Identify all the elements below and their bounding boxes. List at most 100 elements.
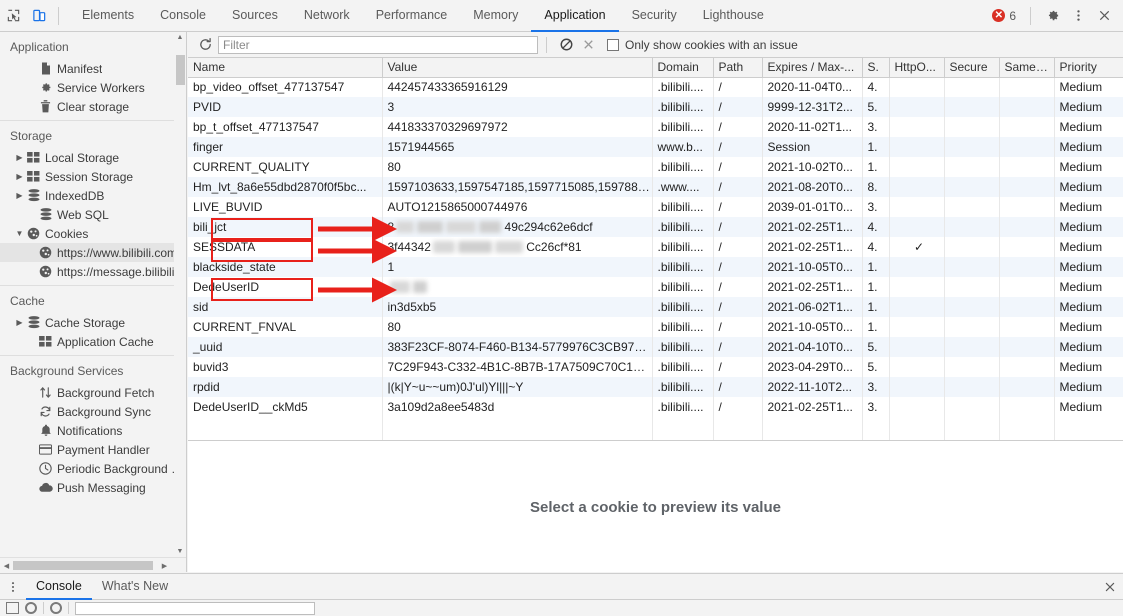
tab-lighthouse[interactable]: Lighthouse (690, 0, 777, 32)
sidebar-item-clear-storage[interactable]: Clear storage (0, 97, 186, 116)
column-header-path[interactable]: Path (713, 58, 763, 78)
gear-icon[interactable] (1039, 3, 1065, 29)
sidebar-item-push-messaging[interactable]: Push Messaging (0, 478, 186, 497)
column-header-name[interactable]: Name (188, 58, 383, 78)
column-header-domain[interactable]: Domain (652, 58, 714, 78)
scroll-left-icon[interactable]: ◀ (0, 558, 13, 572)
table-row[interactable]: LIVE_BUVID AUTO1215865000744976 .bilibili.… (188, 197, 1123, 217)
tab-memory[interactable]: Memory (460, 0, 531, 32)
table-row[interactable]: bp_video_offset_477137547 442457433365916… (188, 77, 1123, 97)
tab-security[interactable]: Security (619, 0, 690, 32)
scroll-down-icon[interactable]: ▼ (174, 546, 186, 557)
sidebar-item-session-storage[interactable]: ▶ Session Storage (0, 167, 186, 186)
chevron-right-icon[interactable]: ▶ (14, 190, 25, 201)
scrollbar-track[interactable] (174, 43, 186, 561)
chevron-down-icon[interactable]: ▼ (14, 228, 25, 239)
column-header-secure[interactable]: Secure (944, 58, 1000, 78)
table-row[interactable]: DedeUserID__ckMd5 3a109d2a8ee5483d .bilibi… (188, 397, 1123, 417)
only-issues-checkbox[interactable]: Only show cookies with an issue (607, 38, 798, 52)
column-header-sames[interactable]: SameS... (999, 58, 1055, 78)
chevron-right-icon[interactable]: ▶ (14, 171, 25, 182)
cell-samesite (999, 337, 1055, 357)
filter-input[interactable] (218, 35, 538, 54)
chevron-right-icon[interactable]: ▶ (14, 317, 25, 328)
column-header-value[interactable]: Value (382, 58, 653, 78)
refresh-icon[interactable] (194, 34, 216, 56)
sidebar-item-background-fetch[interactable]: Background Fetch (0, 383, 186, 402)
table-row[interactable]: bili_jct 8 49c294c62e6dcf .bilibili..../20… (188, 217, 1123, 237)
device-toolbar-icon[interactable] (26, 3, 52, 29)
table-row[interactable]: blackside_state 1 .bilibili..../2021-10-05… (188, 257, 1123, 277)
delete-selected-icon[interactable] (577, 34, 599, 56)
column-header-expires-max[interactable]: Expires / Max-... (762, 58, 863, 78)
scroll-up-icon[interactable]: ▲ (174, 32, 186, 43)
sidebar-item-https-www-bilibili-com[interactable]: https://www.bilibili.com (0, 243, 186, 262)
inspect-element-icon[interactable] (0, 3, 26, 29)
sidebar-item-periodic-background-sync[interactable]: Periodic Background Sync (0, 459, 186, 478)
close-icon[interactable] (1091, 3, 1117, 29)
table-row[interactable]: CURRENT_QUALITY 80 .bilibili..../2021-10-0… (188, 157, 1123, 177)
clear-all-icon[interactable] (555, 34, 577, 56)
table-row[interactable]: PVID 3 .bilibili..../9999-12-31T2... 5. Medi… (188, 97, 1123, 117)
table-row[interactable]: rpdid |(k|Y~u~~um)0J'ul)Yl|||~Y .bilibili.… (188, 377, 1123, 397)
scroll-right-icon[interactable]: ▶ (158, 558, 171, 572)
kebab-menu-icon[interactable] (0, 574, 26, 600)
table-row[interactable]: bp_t_offset_477137547 441833370329697972.… (188, 117, 1123, 137)
redacted-value-block (412, 281, 427, 293)
console-filter-icon[interactable] (50, 602, 62, 614)
cookies-table-container[interactable]: Name Value Domain Path Expires / Max-... S. Ht… (188, 58, 1123, 441)
hscrollbar-thumb[interactable] (13, 561, 153, 570)
table-row[interactable]: Hm_lvt_8a6e55dbd2870f0f5bc... 1597103633,… (188, 177, 1123, 197)
sidebar-item-notifications[interactable]: Notifications (0, 421, 186, 440)
preview-empty-message: Select a cookie to preview its value (530, 498, 781, 516)
column-header-priority[interactable]: Priority (1054, 58, 1123, 78)
cell-domain: .bilibili.... (652, 317, 714, 337)
sidebar-item-payment-handler[interactable]: Payment Handler (0, 440, 186, 459)
cell-path: / (713, 277, 763, 297)
table-row[interactable]: sid in3d5xb5 .bilibili..../2021-06-02T1...… (188, 297, 1123, 317)
sidebar-horizontal-scrollbar[interactable]: ◀ ▶ (0, 557, 186, 572)
sidebar-item-background-sync[interactable]: Background Sync (0, 402, 186, 421)
sidebar-item-manifest[interactable]: Manifest (0, 59, 186, 78)
table-row[interactable]: CURRENT_FNVAL 80 .bilibili..../2021-10-05T… (188, 317, 1123, 337)
console-sidebar-toggle-icon[interactable] (6, 602, 19, 614)
cell-httponly (889, 97, 945, 117)
drawer-tab-console[interactable]: Console (26, 574, 92, 600)
sidebar-item-https-message-bilibili-c[interactable]: https://message.bilibili.c (0, 262, 186, 281)
sidebar-item-cache-storage[interactable]: ▶ Cache Storage (0, 313, 186, 332)
cell-httponly (889, 177, 945, 197)
tab-console[interactable]: Console (147, 0, 219, 32)
sidebar-item-web-sql[interactable]: Web SQL (0, 205, 186, 224)
column-header-s[interactable]: S. (862, 58, 890, 78)
table-row[interactable]: SESSDATA 3f44342 Cc26cf*81 .bilibili..../2… (188, 237, 1123, 257)
console-filter-input[interactable] (75, 601, 315, 615)
tab-application[interactable]: Application (531, 0, 619, 32)
cell-samesite (999, 117, 1055, 137)
chevron-right-icon[interactable]: ▶ (14, 152, 25, 163)
sidebar-item-application-cache[interactable]: Application Cache (0, 332, 186, 351)
tab-network[interactable]: Network (291, 0, 363, 32)
column-header-httpo[interactable]: HttpO... (889, 58, 945, 78)
sidebar-item-cookies[interactable]: ▼ Cookies (0, 224, 186, 243)
console-clear-icon[interactable] (25, 602, 37, 614)
sidebar-item-indexeddb[interactable]: ▶ IndexedDB (0, 186, 186, 205)
toolbar-divider (58, 6, 59, 25)
tab-performance[interactable]: Performance (363, 0, 461, 32)
tab-elements[interactable]: Elements (69, 0, 147, 32)
kebab-menu-icon[interactable] (1065, 3, 1091, 29)
scrollbar-thumb[interactable] (176, 55, 185, 85)
table-row[interactable]: buvid3 7C29F943-C332-4B1C-8B7B-17A7509C70… (188, 357, 1123, 377)
credit-card-icon (37, 442, 54, 457)
table-row[interactable]: DedeUserID .bilibili..../2021-02-25T1... 1… (188, 277, 1123, 297)
tab-sources[interactable]: Sources (219, 0, 291, 32)
sidebar-item-local-storage[interactable]: ▶ Local Storage (0, 148, 186, 167)
sidebar-vertical-scrollbar[interactable]: ▲ ▼ (174, 32, 186, 572)
checkbox-box[interactable] (607, 38, 619, 51)
close-icon[interactable] (1097, 574, 1123, 600)
drawer-tab-whats-new[interactable]: What's New (92, 574, 178, 600)
table-row[interactable]: finger 1571944565 www.b... / Session 1. Medium (188, 137, 1123, 157)
error-count-badge[interactable]: ✕ 6 (992, 9, 1016, 23)
sidebar-item-service-workers[interactable]: Service Workers (0, 78, 186, 97)
table-row[interactable]: _uuid 383F23CF-8074-F460-B134-5779976C3CB… (188, 337, 1123, 357)
cell-name: CURRENT_QUALITY (188, 157, 383, 177)
